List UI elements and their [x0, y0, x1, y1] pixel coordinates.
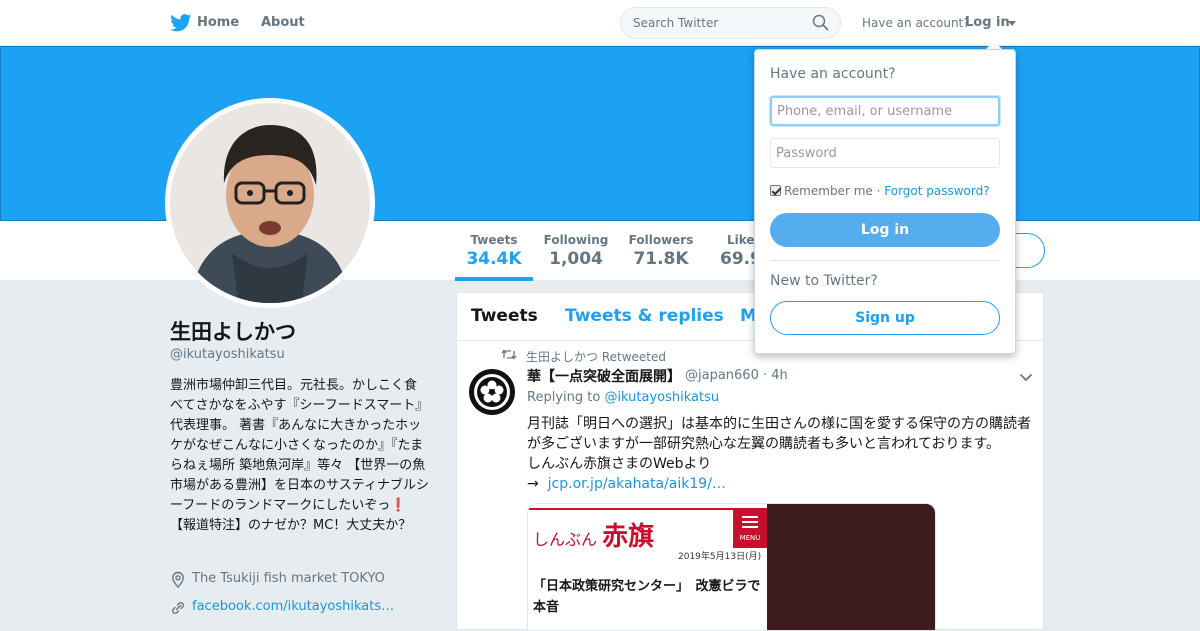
avatar-photo — [170, 103, 370, 303]
username-input[interactable] — [770, 96, 1000, 126]
tab-tweets-replies[interactable]: Tweets & replies — [565, 306, 724, 326]
remember-row: Remember me · Forgot password? — [770, 184, 990, 200]
chevron-down-icon[interactable] — [1019, 373, 1033, 382]
location-pin-icon — [172, 571, 184, 589]
retweet-context[interactable]: 生田よしかつ Retweeted — [526, 348, 666, 365]
dropdown-divider — [770, 260, 1000, 261]
retweet-icon — [501, 349, 517, 360]
card-image: しんぶん 赤旗 MENU 2019年5月13日(月) 「日本政策研究センター」 … — [528, 504, 767, 630]
login-title: Have an account? — [770, 66, 896, 82]
replying-to-link[interactable]: @ikutayoshikatsu — [604, 390, 719, 405]
link-card[interactable]: しんぶん 赤旗 MENU 2019年5月13日(月) 「日本政策研究センター」 … — [527, 503, 936, 631]
separator-dot: · — [876, 184, 881, 198]
stat-value: 1,004 — [549, 249, 603, 269]
tweet-author-name[interactable]: 華【一点突破全面展開】 — [527, 366, 681, 386]
tweet-text-main: 月刊誌「明日への選択」は基本的に生田さんの様に国を愛する保守の方の購読者が多ござ… — [527, 416, 1031, 452]
login-menu-toggle[interactable]: Log in — [965, 15, 1010, 30]
search-input[interactable]: Search Twitter — [620, 7, 841, 39]
forgot-password-link[interactable]: Forgot password? — [884, 184, 989, 198]
stat-following[interactable]: Following 1,004 — [540, 233, 612, 269]
arrow-glyph: → — [527, 476, 539, 492]
nav-about-link[interactable]: About — [261, 15, 305, 30]
location-text: The Tsukiji fish market TOKYO — [192, 571, 385, 586]
remember-label[interactable]: Remember me — [784, 184, 873, 198]
profile-bio: 豊洲市場仲卸三代目。元社長。かしこく食べてさかなをふやす『シーフードスマート』代… — [170, 378, 429, 533]
stat-label: Following — [543, 233, 609, 247]
stat-value: 34.4K — [466, 249, 522, 269]
top-nav-bar: Home About Search Twitter Have an accoun… — [0, 0, 1200, 46]
tab-tweets[interactable]: Tweets — [471, 306, 538, 326]
nav-home-link[interactable]: Home — [197, 15, 239, 30]
new-to-twitter-label: New to Twitter? — [770, 273, 878, 289]
stat-value: 71.8K — [633, 249, 689, 269]
tweet-link-line: → jcp.or.jp/akahata/aik19/… — [527, 474, 1037, 494]
stat-label: Followers — [628, 233, 694, 247]
stat-followers[interactable]: Followers 71.8K — [625, 233, 697, 269]
replying-to: Replying to @ikutayoshikatsu — [527, 390, 719, 405]
login-button[interactable]: Log in — [770, 213, 1000, 247]
card-headline: 「日本政策研究センター」 改憲ビラで本音 — [533, 579, 761, 615]
avatar[interactable] — [165, 98, 375, 308]
search-icon[interactable] — [812, 14, 829, 31]
card-image-dark — [767, 504, 935, 630]
tweet-text-line2: しんぶん赤旗さまのWebより — [527, 456, 712, 472]
akahata-logo: しんぶん 赤旗 — [533, 522, 655, 552]
profile-handle[interactable]: @ikutayoshikatsu — [170, 347, 285, 362]
tweet-time[interactable]: · 4h — [763, 368, 788, 383]
card-menu-icon: MENU — [733, 508, 767, 548]
stat-tweets[interactable]: Tweets 34.4K — [455, 233, 533, 269]
twitter-bird-icon[interactable] — [170, 14, 192, 32]
tweet-url[interactable]: jcp.or.jp/akahata/aik19/… — [548, 476, 726, 492]
profile-name[interactable]: 生田よしかつ — [170, 316, 296, 346]
stat-label: Tweets — [470, 233, 518, 247]
signup-button[interactable]: Sign up — [770, 301, 1000, 335]
website-link[interactable]: facebook.com/ikutayoshikats… — [192, 599, 394, 614]
tweet-text: 月刊誌「明日への選択」は基本的に生田さんの様に国を愛する保守の方の購読者が多ござ… — [527, 414, 1037, 494]
password-input[interactable] — [770, 138, 1000, 168]
tweet-author-handle[interactable]: @japan660 · 4h — [685, 368, 788, 383]
active-tab-indicator — [455, 277, 533, 281]
replying-prefix: Replying to — [527, 390, 601, 405]
card-date: 2019年5月13日(月) — [678, 552, 762, 562]
remember-checkbox[interactable] — [770, 185, 781, 196]
link-icon — [172, 602, 184, 614]
login-dropdown: Have an account? Remember me · Forgot pa… — [754, 49, 1016, 354]
card-red-rule — [528, 508, 733, 510]
handle-text[interactable]: @japan660 — [685, 368, 759, 383]
have-account-label: Have an account? — [862, 16, 970, 30]
caret-down-icon[interactable] — [1008, 21, 1016, 26]
tweet-author-avatar[interactable] — [469, 369, 515, 415]
